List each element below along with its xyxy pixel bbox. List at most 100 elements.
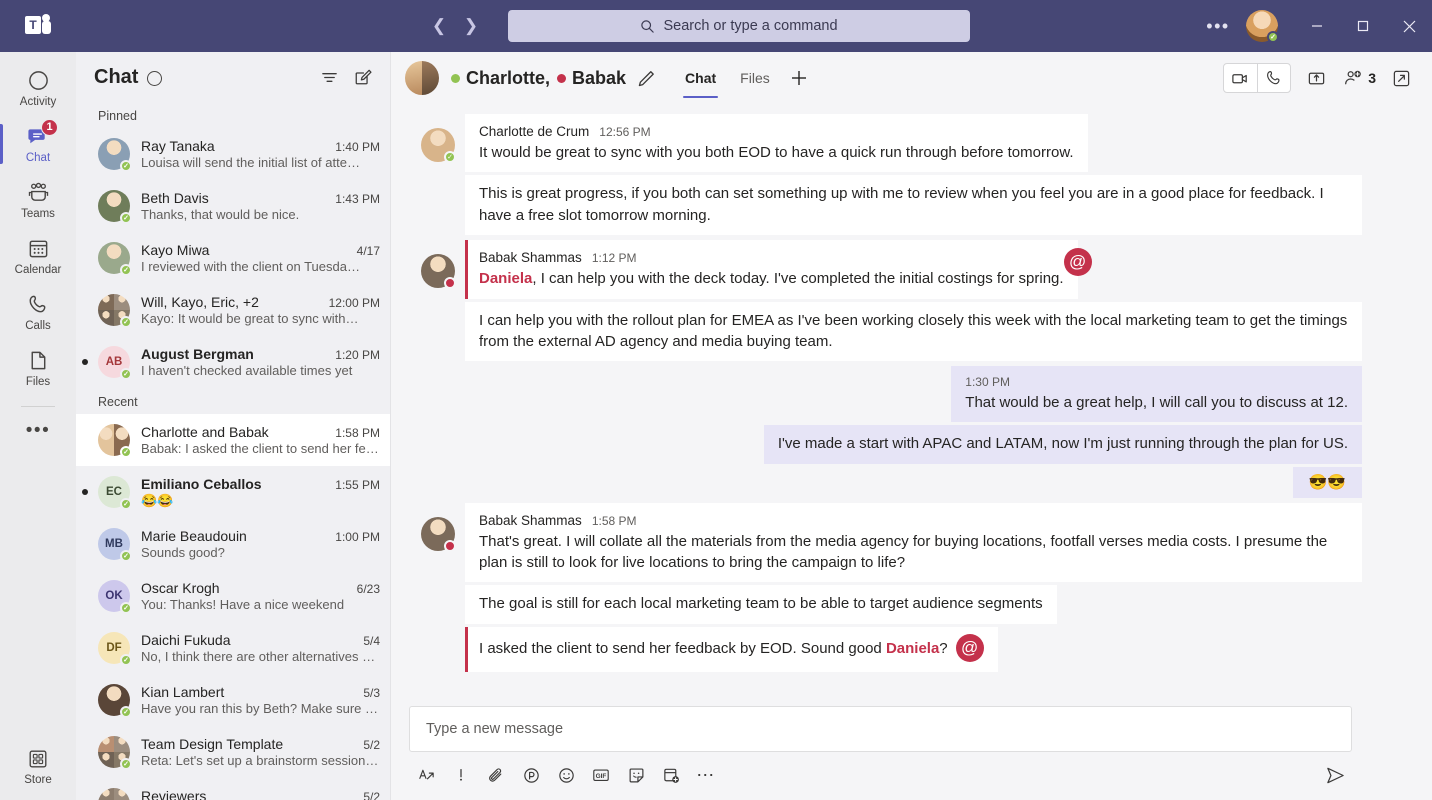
presence-badge: ✓ (1267, 31, 1279, 43)
chat-list-item[interactable]: ✓ Will, Kayo, Eric, +2 12:00 PM Kayo: It wo… (76, 284, 390, 336)
people-count-label: 3 (1368, 70, 1376, 86)
message-bubble[interactable]: Babak Shammas 1:58 PM That's great. I will… (465, 502, 1362, 583)
add-tab-button[interactable] (782, 52, 816, 104)
chat-list-item-name: Oscar Krogh (141, 580, 220, 596)
nav-arrows: ❮ ❯ (424, 11, 486, 41)
emoji-icon[interactable] (551, 760, 581, 790)
chat-list-item-meta: Daichi Fukuda 5/4 No, I think there are ot… (141, 632, 380, 664)
chat-list-section-header: Recent (98, 395, 138, 409)
format-text-icon[interactable] (411, 760, 441, 790)
message-text: I can help you with the rollout plan for… (479, 311, 1348, 350)
message-text: That would be a great help, I will call … (965, 394, 1348, 412)
chat-list-item[interactable]: DF ✓ Daichi Fukuda 5/4 No, I think there are… (76, 622, 390, 674)
chat-list-item[interactable]: ✓ Ray Tanaka 1:40 PM Louisa will send the i… (76, 128, 390, 180)
sidebar-item-chat[interactable]: 1 Chat (0, 116, 76, 172)
rail-more-apps-button[interactable]: ••• (0, 409, 76, 453)
mention-name[interactable]: Daniela (886, 640, 939, 657)
message-input[interactable]: Type a new message (409, 706, 1352, 752)
chat-list-item-name: Will, Kayo, Eric, +2 (141, 294, 259, 310)
chat-list-item-name: Beth Davis (141, 190, 209, 206)
screen-share-icon[interactable] (1301, 63, 1331, 93)
pencil-icon[interactable] (636, 69, 655, 88)
avatar: AB ✓ (98, 346, 132, 380)
file-icon (27, 348, 49, 374)
participant-name-2: Babak (572, 67, 627, 88)
chat-list-scroll[interactable]: Pinned ✓ Ray Tanaka 1:40 PM Louisa will send… (76, 102, 390, 800)
message-bubble[interactable]: I asked the client to send her feedback … (465, 626, 998, 672)
maximize-button[interactable] (1340, 0, 1386, 52)
loop-icon[interactable] (516, 760, 546, 790)
message-bubble[interactable]: I can help you with the rollout plan for… (465, 301, 1362, 362)
chat-list-item[interactable]: ✓ Beth Davis 1:43 PM Thanks, that would be … (76, 180, 390, 232)
sidebar-item-files[interactable]: Files (0, 340, 76, 396)
forward-button[interactable]: ❯ (456, 11, 486, 41)
compose-area: Type a new message GIF ⋯ (391, 698, 1432, 800)
message-bubble[interactable]: Charlotte de Crum 12:56 PM It would be gre… (465, 114, 1088, 173)
close-button[interactable] (1386, 0, 1432, 52)
add-people-button[interactable]: 3 (1343, 69, 1376, 88)
chat-list-item[interactable]: ✓ Team Design Template 5/2 Reta: Let's set … (76, 726, 390, 778)
importance-icon[interactable] (446, 760, 476, 790)
message-avatar (421, 516, 456, 552)
chat-list-item[interactable]: OK ✓ Oscar Krogh 6/23 You: Thanks! Have a ni… (76, 570, 390, 622)
new-chat-icon[interactable] (354, 68, 372, 86)
message-bubble[interactable]: I've made a start with APAC and LATAM, n… (763, 425, 1362, 464)
sidebar-item-teams[interactable]: Teams (0, 172, 76, 228)
presence-dot-charlotte (451, 73, 460, 83)
mention-name[interactable]: Daniela (479, 270, 532, 287)
message-bubble[interactable]: This is great progress, if you both can … (465, 175, 1362, 236)
meet-now-icon[interactable] (656, 760, 686, 790)
presence-badge: ✓ (120, 706, 132, 718)
message-group: Babak Shammas 1:58 PM That's great. I will… (403, 502, 1362, 675)
more-options-button[interactable]: ⋯ (691, 760, 721, 790)
settings-more-button[interactable]: ••• (1202, 10, 1234, 42)
sidebar-label-calendar: Calendar (14, 263, 62, 276)
chat-list-item[interactable]: ✓ Kayo Miwa 4/17 I reviewed with the client… (76, 232, 390, 284)
audio-call-icon[interactable] (1257, 64, 1290, 92)
message-bubble[interactable]: 😎😎 (1292, 466, 1362, 498)
send-icon[interactable] (1320, 760, 1350, 790)
chat-list-item[interactable]: ✓ Kian Lambert 5/3 Have you ran this by Bet… (76, 674, 390, 726)
message-list[interactable]: ✓ Charlotte de Crum 12:56 PM It would be gr… (391, 104, 1432, 698)
sidebar-label-files: Files (25, 375, 51, 388)
presence-badge: ✓ (444, 151, 456, 163)
participant-name-1: Charlotte, (466, 67, 551, 88)
video-call-icon[interactable] (1224, 64, 1257, 92)
chat-list-item-preview: Reta: Let's set up a brainstorm session … (141, 753, 380, 768)
search-input[interactable]: Search or type a command (508, 10, 970, 42)
chat-list-item[interactable]: EC ✓ Emiliano Ceballos 1:55 PM 😂😂 (76, 466, 390, 518)
sidebar-item-activity[interactable]: Activity (0, 60, 76, 116)
conversation-actions: 3 (1223, 63, 1416, 93)
sidebar-item-store[interactable]: Store (0, 738, 76, 794)
message-header: Babak Shammas 1:12 PM (479, 248, 1064, 267)
message-text: I asked the client to send her feedback … (479, 633, 984, 663)
message-bubble[interactable]: Babak Shammas 1:12 PM Daniela, I can help … (465, 240, 1092, 299)
tab-files[interactable]: Files (728, 52, 782, 104)
filter-icon[interactable] (321, 69, 338, 86)
tab-chat[interactable]: Chat (673, 52, 728, 104)
teams-icon (26, 180, 51, 206)
chat-list-item[interactable]: AB ✓ August Bergman 1:20 PM I haven't checke… (76, 336, 390, 388)
message-text-post: , I can help you with the deck today. I'… (532, 270, 1064, 288)
minimize-button[interactable] (1294, 0, 1340, 52)
chat-list-item[interactable]: ✓ Charlotte and Babak 1:58 PM Babak: I aske… (76, 414, 390, 466)
user-avatar[interactable]: ✓ (1246, 10, 1279, 43)
message-header: Babak Shammas 1:58 PM (479, 511, 1348, 530)
sidebar-item-calls[interactable]: Calls (0, 284, 76, 340)
gif-icon[interactable]: GIF (586, 760, 616, 790)
presence-badge: ✓ (120, 160, 132, 172)
message-text: I've made a start with APAC and LATAM, n… (777, 435, 1348, 453)
avatar: EC ✓ (98, 476, 132, 510)
attach-icon[interactable] (481, 760, 511, 790)
message-bubble[interactable]: 1:30 PM That would be a great help, I wil… (951, 366, 1362, 423)
chat-list-item[interactable]: ✓Reviewers5/2Darren: Thats fine with me (76, 778, 390, 800)
sidebar-label-calls: Calls (25, 319, 51, 332)
chat-list-header: Chat (76, 52, 390, 102)
back-button[interactable]: ❮ (424, 11, 454, 41)
sidebar-item-calendar[interactable]: Calendar (0, 228, 76, 284)
chat-list-item[interactable]: MB ✓ Marie Beaudouin 1:00 PM Sounds good? (76, 518, 390, 570)
message-bubble[interactable]: The goal is still for each local marketi… (465, 585, 1057, 624)
sticker-icon[interactable] (621, 760, 651, 790)
pop-out-icon[interactable] (1386, 63, 1416, 93)
chat-list-item-preview: Thanks, that would be nice. (141, 207, 300, 222)
